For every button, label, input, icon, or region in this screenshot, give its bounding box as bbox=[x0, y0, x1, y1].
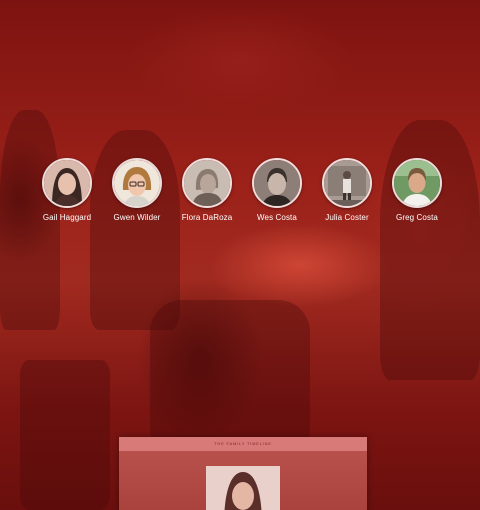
avatar[interactable] bbox=[322, 158, 372, 208]
person-name: Julia Coster bbox=[325, 213, 369, 222]
person-wes-costa[interactable]: Wes Costa bbox=[237, 158, 317, 222]
person-gail-haggard[interactable]: Gail Haggard bbox=[27, 158, 107, 222]
preview-body bbox=[119, 451, 367, 510]
family-members-row: Gail Haggard Gwen Wilder Flora DaRoza We… bbox=[0, 158, 480, 228]
preview-header: the family timeline bbox=[119, 437, 367, 451]
avatar[interactable] bbox=[252, 158, 302, 208]
avatar[interactable] bbox=[112, 158, 162, 208]
timeline-preview-card[interactable]: the family timeline bbox=[119, 437, 367, 510]
background-photo bbox=[0, 0, 480, 510]
page: Gail Haggard Gwen Wilder Flora DaRoza We… bbox=[0, 0, 480, 510]
person-name: Flora DaRoza bbox=[181, 213, 233, 222]
avatar[interactable] bbox=[42, 158, 92, 208]
avatar[interactable] bbox=[182, 158, 232, 208]
person-name: Gwen Wilder bbox=[113, 213, 161, 222]
person-name: Wes Costa bbox=[257, 213, 297, 222]
person-julia-coster[interactable]: Julia Coster bbox=[307, 158, 387, 222]
person-greg-costa[interactable]: Greg Costa bbox=[377, 158, 457, 222]
person-gwen-wilder[interactable]: Gwen Wilder bbox=[97, 158, 177, 222]
person-name: Greg Costa bbox=[396, 213, 438, 222]
person-name: Gail Haggard bbox=[42, 213, 92, 222]
preview-photo bbox=[206, 466, 280, 510]
person-flora-daroza[interactable]: Flora DaRoza bbox=[167, 158, 247, 222]
avatar[interactable] bbox=[392, 158, 442, 208]
